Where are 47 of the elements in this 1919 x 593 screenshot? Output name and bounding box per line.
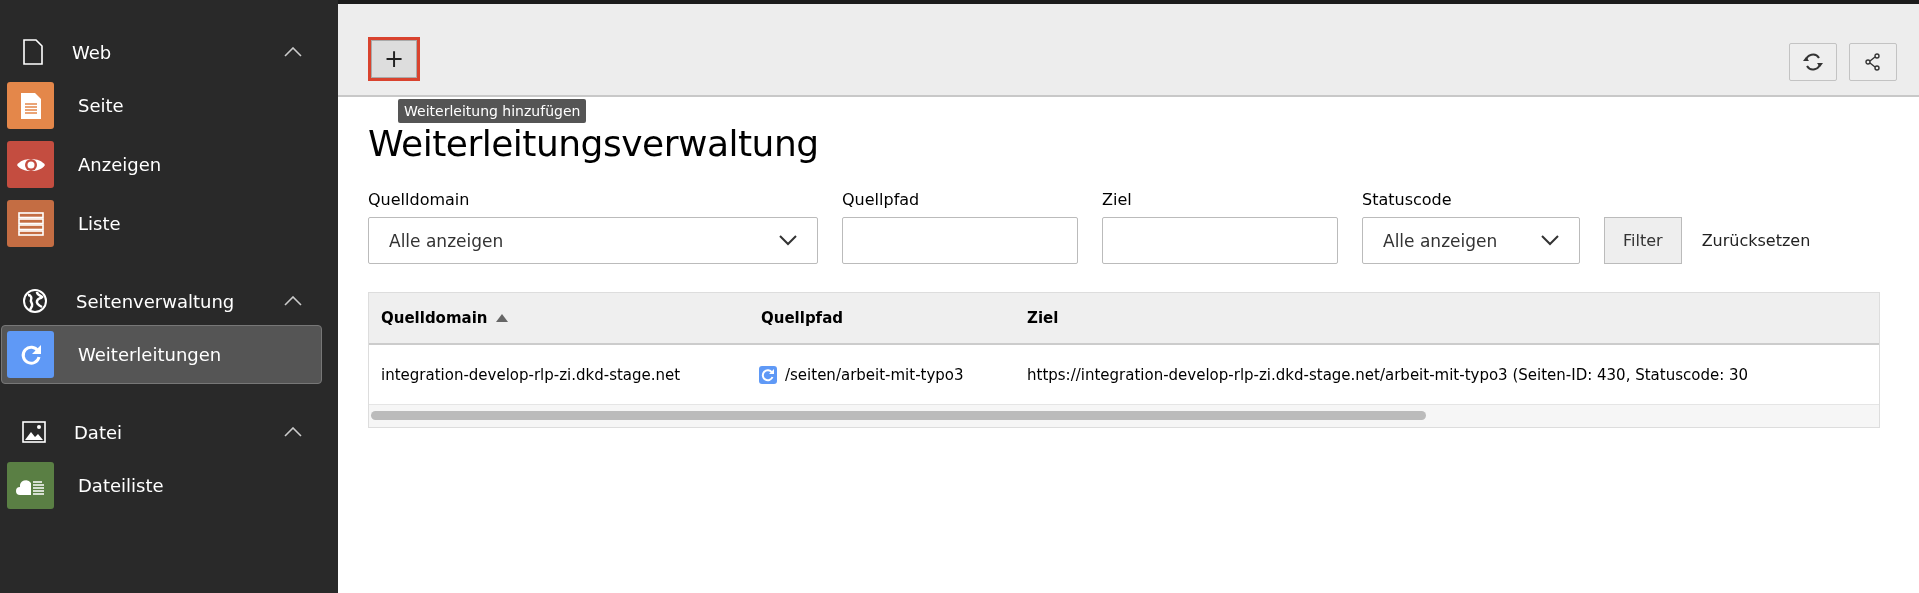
reload-icon <box>1802 52 1824 72</box>
column-header[interactable]: Quellpfad <box>749 309 1015 327</box>
chevron-up-icon[interactable] <box>284 296 302 306</box>
scrollbar-thumb[interactable] <box>371 411 1426 420</box>
chevron-down-icon <box>779 235 797 246</box>
table-cell: /seiten/arbeit-mit-typo3 <box>749 365 1015 384</box>
document-icon <box>19 91 42 120</box>
filter-label: Quellpfad <box>842 190 921 209</box>
image-icon <box>22 421 46 443</box>
add-button[interactable]: + <box>368 37 420 81</box>
list-icon <box>17 211 44 236</box>
column-header[interactable]: Quelldomain <box>369 309 749 327</box>
chevron-up-icon[interactable] <box>284 47 302 57</box>
sidebar-group[interactable]: Datei <box>0 408 338 456</box>
input-field[interactable] <box>1102 217 1338 264</box>
chevron-up-icon[interactable] <box>284 427 302 437</box>
sidebar-item[interactable]: Seite <box>1 76 322 135</box>
filter-label: Statuscode <box>1362 190 1453 209</box>
sidebar-group[interactable]: Web <box>0 28 338 76</box>
sidebar-item[interactable]: Dateiliste <box>1 456 322 515</box>
sidebar-item[interactable]: Anzeigen <box>1 135 322 194</box>
table-cell-text: integration-develop-rlp-zi.dkd-stage.net <box>380 365 682 384</box>
sidebar-item[interactable]: Weiterleitungen <box>1 325 322 384</box>
reload-button[interactable] <box>1789 43 1837 81</box>
filter-button[interactable]: Filter <box>1604 217 1682 264</box>
globe-icon <box>22 288 48 314</box>
input-field[interactable] <box>842 217 1078 264</box>
group-label: Web <box>72 41 113 63</box>
filter-label: Quelldomain <box>368 190 471 209</box>
tooltip: Weiterleitung hinzufügen <box>398 99 587 123</box>
sidebar-group[interactable]: Seitenverwaltung <box>0 277 338 325</box>
select-field[interactable]: Alle anzeigen <box>368 217 818 264</box>
column-header[interactable]: Ziel <box>1015 309 1879 327</box>
table-cell-text: https://integration-develop-rlp-zi.dkd-stage.net/arbeit-mit-typo3 (Seiten-ID: 430, Statuscode: 30 <box>1026 365 1750 384</box>
redirect-icon <box>759 365 777 384</box>
group-label: Seitenverwaltung <box>76 290 236 312</box>
share-icon <box>1865 53 1881 71</box>
page-icon <box>22 39 44 65</box>
sort-up-icon <box>495 314 508 322</box>
share-button[interactable] <box>1849 43 1897 81</box>
filter-label: Ziel <box>1102 190 1133 209</box>
chevron-down-icon <box>1541 235 1559 246</box>
select-field[interactable]: Alle anzeigen <box>1362 217 1580 264</box>
sidebar-item[interactable]: Liste <box>1 194 322 253</box>
group-label: Datei <box>74 421 124 443</box>
reset-link[interactable]: Zurücksetzen <box>1701 217 1811 264</box>
page-title: Weiterleitungsverwaltung <box>368 123 820 164</box>
